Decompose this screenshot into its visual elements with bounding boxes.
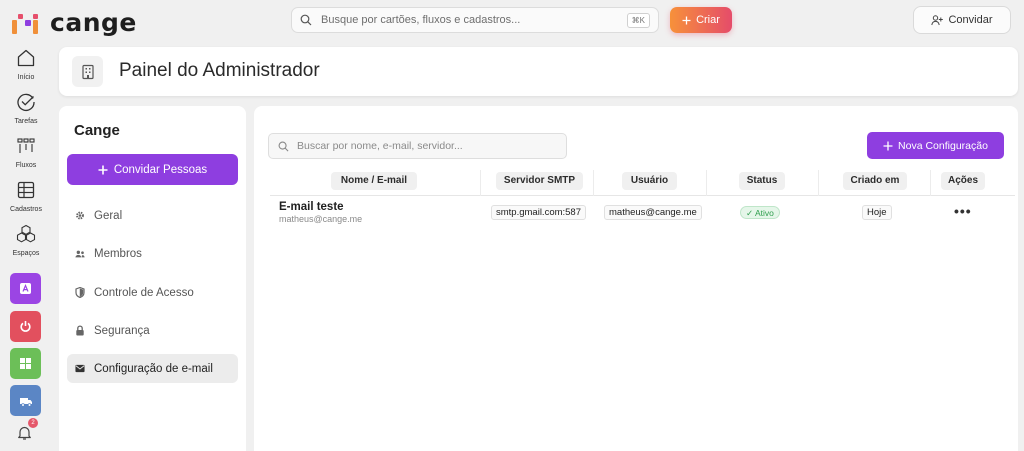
sidebar-item-label: Controle de Acesso	[94, 286, 194, 299]
app-tile-grid[interactable]	[10, 348, 41, 379]
invite-people-button[interactable]: Convidar Pessoas	[67, 154, 238, 185]
new-configuration-button[interactable]: Nova Configuração	[867, 132, 1004, 159]
column-header[interactable]: Status	[739, 172, 785, 190]
power-icon	[20, 321, 31, 332]
sidebar-item-membros[interactable]: Membros	[67, 239, 238, 268]
column-divider	[930, 170, 931, 196]
rail-item-label: Fluxos	[15, 162, 37, 169]
row-actions-menu-icon[interactable]: •••	[954, 204, 972, 218]
global-search-input[interactable]: Busque por cartões, fluxos e cadastros..…	[291, 7, 659, 33]
mail-icon	[75, 364, 85, 373]
sidebar-item-controle-de-acesso[interactable]: Controle de Acesso	[67, 278, 238, 307]
app-tile-truck[interactable]	[10, 385, 41, 416]
search-shortcut-badge: ⌘K	[626, 12, 650, 28]
rail-item-cadastros[interactable]: Cadastros	[0, 180, 52, 213]
table-icon	[17, 181, 35, 199]
notification-count-badge: 2	[28, 418, 38, 428]
flows-icon	[17, 138, 35, 153]
left-rail: Início Tarefas Fluxos Cadastros Espaços …	[0, 42, 52, 451]
rail-item-tarefas[interactable]: Tarefas	[0, 92, 52, 125]
add-user-icon	[931, 14, 944, 25]
status-badge: ✓ Ativo	[740, 206, 780, 219]
config-email: matheus@cange.me	[279, 214, 363, 224]
create-button[interactable]: Criar	[670, 7, 732, 33]
search-icon	[300, 14, 312, 26]
logo-text: cange	[50, 8, 137, 37]
config-name-cell: E-mail teste matheus@cange.me	[279, 201, 362, 224]
column-divider	[706, 170, 707, 196]
smtp-user-chip: matheus@cange.me	[604, 205, 702, 220]
smtp-server-chip: smtp.gmail.com:587	[491, 205, 587, 220]
rail-item-label: Cadastros	[10, 206, 42, 213]
search-icon	[278, 141, 289, 151]
column-divider	[593, 170, 594, 196]
sidebar-item-label: Geral	[94, 209, 123, 222]
top-bar: cange Busque por cartões, fluxos e cadas…	[0, 0, 1024, 42]
sidebar-item-label: Configuração de e-mail	[94, 362, 213, 375]
column-divider	[480, 170, 481, 196]
workspace-title: Cange	[74, 122, 120, 139]
column-header[interactable]: Nome / E-mail	[331, 172, 417, 190]
email-config-panel: Buscar por nome, e-mail, servidor... Nov…	[254, 106, 1018, 451]
cubes-icon	[16, 224, 36, 243]
create-button-label: Criar	[696, 14, 720, 26]
invite-button-label: Convidar	[948, 14, 993, 26]
sidebar-item-seguranca[interactable]: Segurança	[67, 316, 238, 345]
invite-people-label: Convidar Pessoas	[113, 163, 208, 176]
sidebar-item-geral[interactable]: Geral	[67, 201, 238, 230]
rail-item-label: Tarefas	[14, 118, 38, 125]
column-header[interactable]: Servidor SMTP	[496, 172, 583, 190]
table-row[interactable]: E-mail teste matheus@cange.me smtp.gmail…	[270, 198, 1015, 230]
config-search-input[interactable]: Buscar por nome, e-mail, servidor...	[268, 133, 567, 159]
app-store-icon	[20, 283, 31, 294]
sidebar-item-label: Membros	[94, 247, 142, 260]
rail-item-label: Espaços	[12, 250, 40, 257]
sidebar-item-configuracao-de-email[interactable]: Configuração de e-mail	[67, 354, 238, 383]
table-header: Nome / E-mail Servidor SMTP Usuário Stat…	[270, 170, 1015, 196]
rail-item-espacos[interactable]: Espaços	[0, 224, 52, 257]
header-icon-box	[72, 56, 103, 87]
logo[interactable]: cange	[12, 8, 137, 37]
logo-mark-icon	[12, 12, 42, 34]
config-name: E-mail teste	[279, 201, 344, 213]
truck-icon	[19, 397, 32, 407]
home-icon	[17, 49, 35, 67]
invite-button[interactable]: Convidar	[913, 6, 1011, 34]
users-icon	[75, 250, 85, 257]
sidebar-item-label: Segurança	[94, 324, 150, 337]
page-header: Painel do Administrador	[59, 47, 1018, 96]
building-icon	[81, 64, 94, 79]
gear-icon	[76, 211, 84, 220]
lock-icon	[76, 325, 84, 336]
column-header[interactable]: Criado em	[843, 172, 907, 190]
shield-icon	[75, 287, 85, 298]
grid-icon	[20, 358, 31, 369]
column-divider	[818, 170, 819, 196]
page-title: Painel do Administrador	[119, 60, 320, 81]
rail-item-inicio[interactable]: Início	[0, 48, 52, 81]
plus-icon	[98, 165, 108, 174]
rail-item-label: Início	[17, 74, 35, 81]
config-search-placeholder: Buscar por nome, e-mail, servidor...	[297, 140, 463, 152]
plus-icon	[682, 16, 691, 24]
column-header[interactable]: Usuário	[622, 172, 677, 190]
plus-icon	[883, 141, 893, 150]
column-header[interactable]: Ações	[941, 172, 985, 190]
app-tile-app-store[interactable]	[10, 273, 41, 304]
check-circle-icon	[17, 93, 35, 111]
rail-item-fluxos[interactable]: Fluxos	[0, 136, 52, 169]
global-search-placeholder: Busque por cartões, fluxos e cadastros..…	[321, 14, 521, 26]
new-configuration-label: Nova Configuração	[898, 139, 988, 152]
settings-sidebar: Cange Convidar Pessoas Geral Membros Con…	[59, 106, 246, 451]
created-date-chip: Hoje	[862, 205, 892, 220]
app-tile-power[interactable]	[10, 311, 41, 342]
